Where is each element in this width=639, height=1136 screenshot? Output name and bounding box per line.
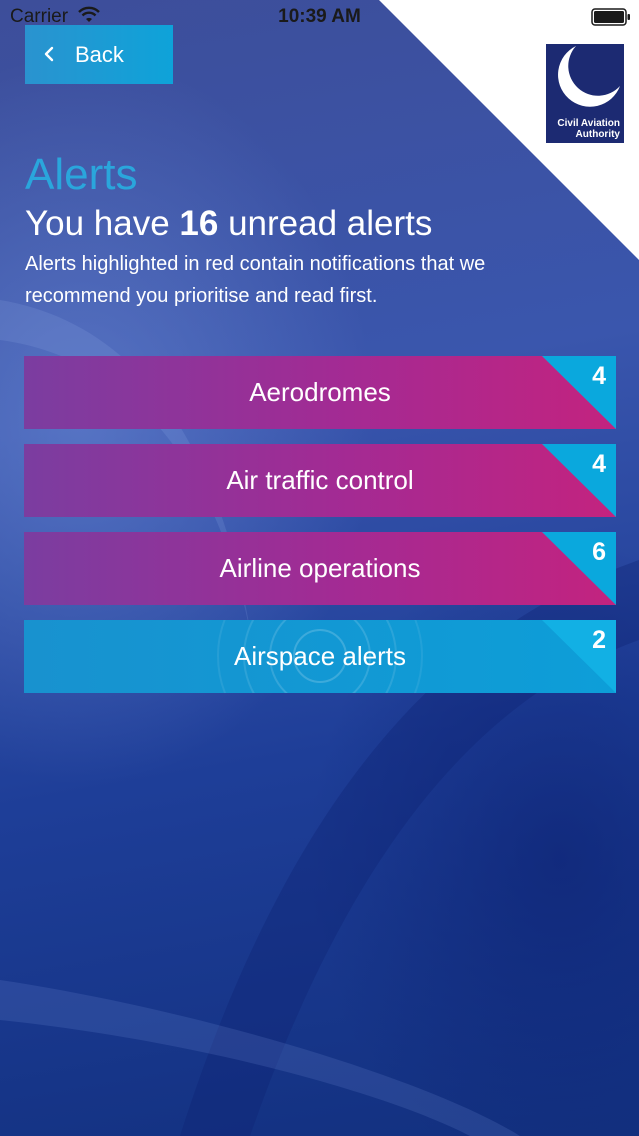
back-label: Back bbox=[75, 42, 124, 67]
category-count-badge: 4 bbox=[592, 362, 606, 390]
battery-icon bbox=[591, 8, 630, 26]
unread-summary: You have 16 unread alerts bbox=[25, 204, 433, 243]
category-count-badge: 4 bbox=[592, 450, 606, 478]
category-count-badge: 6 bbox=[592, 538, 606, 566]
category-airspace-alerts[interactable]: Airspace alerts 2 bbox=[24, 620, 616, 693]
category-count-badge: 2 bbox=[592, 626, 606, 654]
category-aerodromes[interactable]: Aerodromes 4 bbox=[24, 356, 616, 429]
category-airline-operations[interactable]: Airline operations 6 bbox=[24, 532, 616, 605]
category-label: Airline operations bbox=[219, 553, 421, 583]
chevron-left-icon bbox=[44, 46, 54, 62]
back-button[interactable]: Back bbox=[25, 25, 173, 84]
category-label: Airspace alerts bbox=[234, 641, 406, 671]
page-title: Alerts bbox=[25, 150, 138, 199]
category-label: Air traffic control bbox=[226, 465, 414, 495]
unread-count: 16 bbox=[179, 204, 219, 243]
category-label: Aerodromes bbox=[249, 377, 391, 407]
logo-text: Civil Aviation Authority bbox=[557, 118, 620, 140]
category-air-traffic-control[interactable]: Air traffic control 4 bbox=[24, 444, 616, 517]
caa-logo: Civil Aviation Authority bbox=[546, 44, 624, 143]
intro-text: Alerts highlighted in red contain notifi… bbox=[25, 253, 486, 307]
